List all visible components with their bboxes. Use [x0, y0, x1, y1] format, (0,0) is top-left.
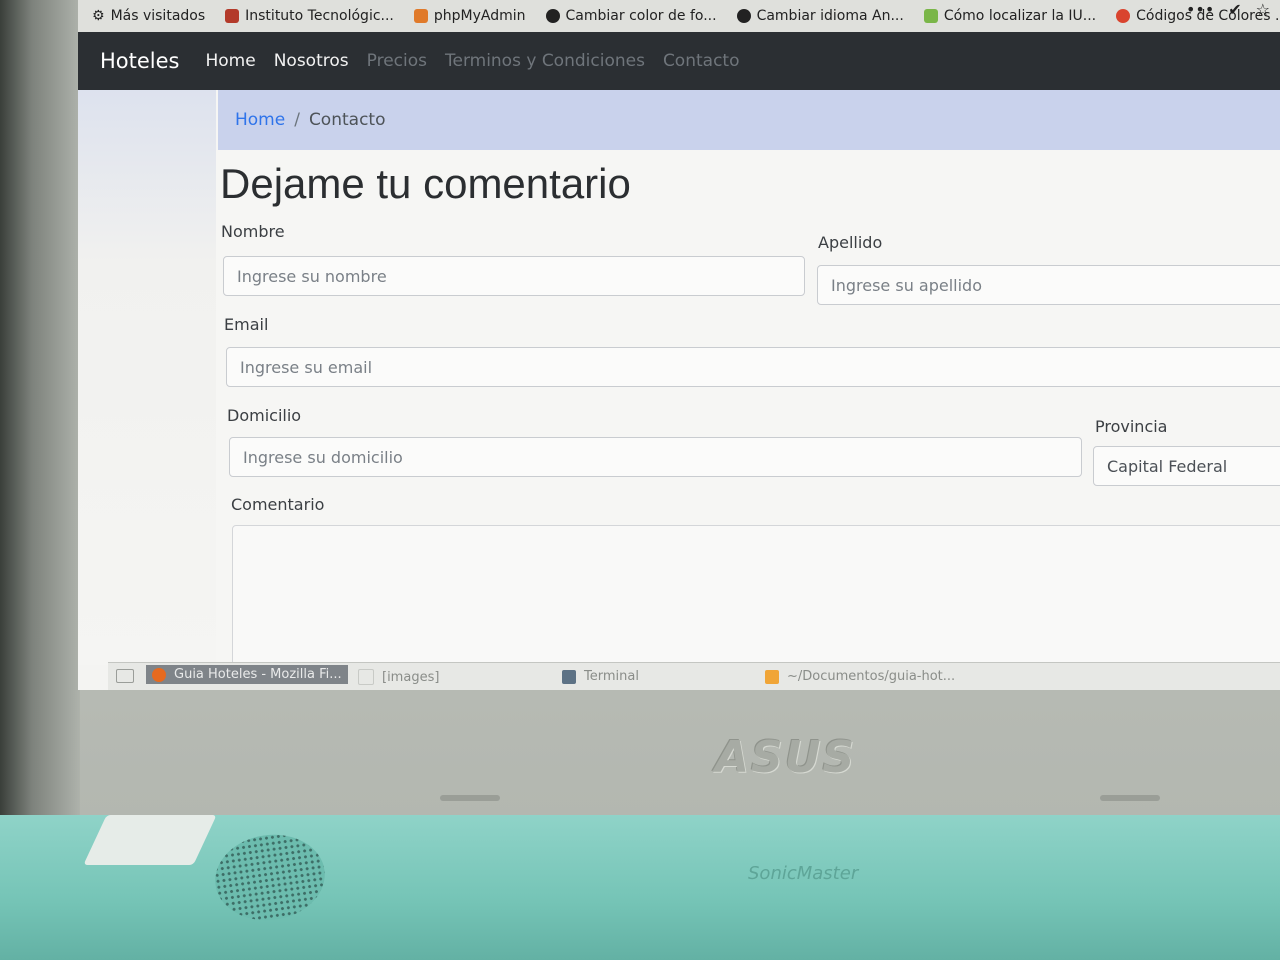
- bookmark-label: Instituto Tecnológic...: [245, 8, 394, 24]
- pocket-icon[interactable]: ✔: [1228, 0, 1241, 19]
- gear-icon: ⚙: [92, 8, 105, 24]
- toolbar-right: ••• ✔ ☆: [1186, 0, 1270, 19]
- phpmyadmin-icon: [413, 9, 428, 23]
- terminal-icon: [562, 669, 576, 684]
- bookmark-cambiar-color[interactable]: Cambiar color de fo...: [545, 8, 717, 24]
- provincia-select[interactable]: Capital Federal: [1093, 446, 1280, 486]
- desktop-icon: [116, 669, 134, 683]
- nav-terminos[interactable]: Terminos y Condiciones: [445, 51, 645, 71]
- bookmark-label: Cómo localizar la IU...: [943, 8, 1097, 24]
- taskbar-label: Guia Hoteles - Mozilla Fi...: [174, 667, 342, 682]
- github-icon: [736, 9, 751, 23]
- editor-icon: [765, 669, 779, 684]
- content-area: Home / Contacto Dejame tu comentario Nom…: [78, 90, 1280, 677]
- nav-nosotros[interactable]: Nosotros: [274, 51, 349, 71]
- breadcrumb: Home / Contacto: [218, 90, 1280, 150]
- nav-home[interactable]: Home: [206, 51, 256, 71]
- android-icon: [923, 9, 938, 23]
- domicilio-input[interactable]: Ingrese su domicilio: [229, 437, 1082, 477]
- screen: ⚙ Más visitados Instituto Tecnológic... …: [78, 0, 1280, 690]
- email-input[interactable]: Ingrese su email: [226, 347, 1280, 387]
- bookmark-phpmyadmin[interactable]: phpMyAdmin: [413, 8, 526, 24]
- nombre-label: Nombre: [221, 222, 285, 241]
- bookmark-localizar[interactable]: Cómo localizar la IU...: [923, 8, 1097, 24]
- bookmark-label: Cambiar color de fo...: [565, 8, 717, 24]
- nav-precios[interactable]: Precios: [367, 51, 427, 71]
- provincia-label: Provincia: [1095, 417, 1168, 436]
- bookmark-instituto[interactable]: Instituto Tecnológic...: [225, 8, 394, 24]
- show-desktop-icon[interactable]: [116, 669, 142, 683]
- sonicmaster-logo: SonicMaster: [748, 863, 859, 884]
- bookmark-label: Más visitados: [110, 8, 206, 24]
- navbar: Hoteles Home Nosotros Precios Terminos y…: [78, 32, 1280, 90]
- nombre-placeholder: Ingrese su nombre: [237, 266, 387, 286]
- content-left-margin: [78, 90, 216, 665]
- bookmark-label: Cambiar idioma An...: [756, 8, 904, 24]
- provincia-value: Capital Federal: [1107, 456, 1228, 476]
- navbar-brand[interactable]: Hoteles: [100, 49, 180, 73]
- page-title: Dejame tu comentario: [220, 160, 631, 207]
- taskbar-label: [images]: [382, 669, 440, 685]
- taskbar-item-editor[interactable]: ~/Documentos/guia-hot...: [765, 669, 955, 684]
- star-icon[interactable]: ☆: [1256, 0, 1270, 19]
- apellido-label: Apellido: [818, 233, 883, 252]
- breadcrumb-separator: /: [294, 110, 300, 130]
- taskbar-item-images[interactable]: [images]: [358, 669, 439, 685]
- comentario-label: Comentario: [231, 495, 325, 514]
- apellido-placeholder: Ingrese su apellido: [831, 275, 982, 295]
- bookmark-label: phpMyAdmin: [433, 8, 526, 24]
- taskbar-label: ~/Documentos/guia-hot...: [787, 669, 956, 684]
- nav-contacto[interactable]: Contacto: [663, 51, 740, 71]
- hinge-right: [1100, 795, 1160, 801]
- bookmarks-bar: ⚙ Más visitados Instituto Tecnológic... …: [78, 0, 1280, 32]
- github-icon: [545, 9, 560, 23]
- bookmark-mas-visitados[interactable]: ⚙ Más visitados: [92, 8, 205, 24]
- institute-icon: [225, 9, 240, 23]
- domicilio-placeholder: Ingrese su domicilio: [243, 447, 403, 467]
- email-label: Email: [224, 315, 269, 334]
- nombre-input[interactable]: Ingrese su nombre: [223, 256, 805, 296]
- taskbar-item-firefox[interactable]: Guia Hoteles - Mozilla Fi...: [146, 665, 348, 684]
- colors-icon: [1116, 9, 1131, 23]
- taskbar: Guia Hoteles - Mozilla Fi... [images] Te…: [108, 662, 1280, 690]
- hinge-left: [440, 795, 500, 801]
- taskbar-label: Terminal: [584, 669, 639, 684]
- base-lip: [83, 815, 217, 865]
- breadcrumb-current: Contacto: [308, 110, 386, 130]
- email-placeholder: Ingrese su email: [240, 357, 373, 377]
- asus-logo: ASUS: [715, 732, 857, 783]
- comentario-textarea[interactable]: [232, 525, 1280, 677]
- breadcrumb-home[interactable]: Home: [235, 110, 285, 130]
- apellido-input[interactable]: Ingrese su apellido: [817, 265, 1280, 305]
- more-icon[interactable]: •••: [1186, 0, 1214, 19]
- folder-icon: [358, 669, 374, 685]
- bezel-left-edge: [0, 0, 80, 820]
- bookmark-cambiar-idioma[interactable]: Cambiar idioma An...: [736, 8, 904, 24]
- taskbar-item-terminal[interactable]: Terminal: [562, 669, 639, 684]
- firefox-icon: [152, 667, 166, 682]
- domicilio-label: Domicilio: [227, 406, 302, 425]
